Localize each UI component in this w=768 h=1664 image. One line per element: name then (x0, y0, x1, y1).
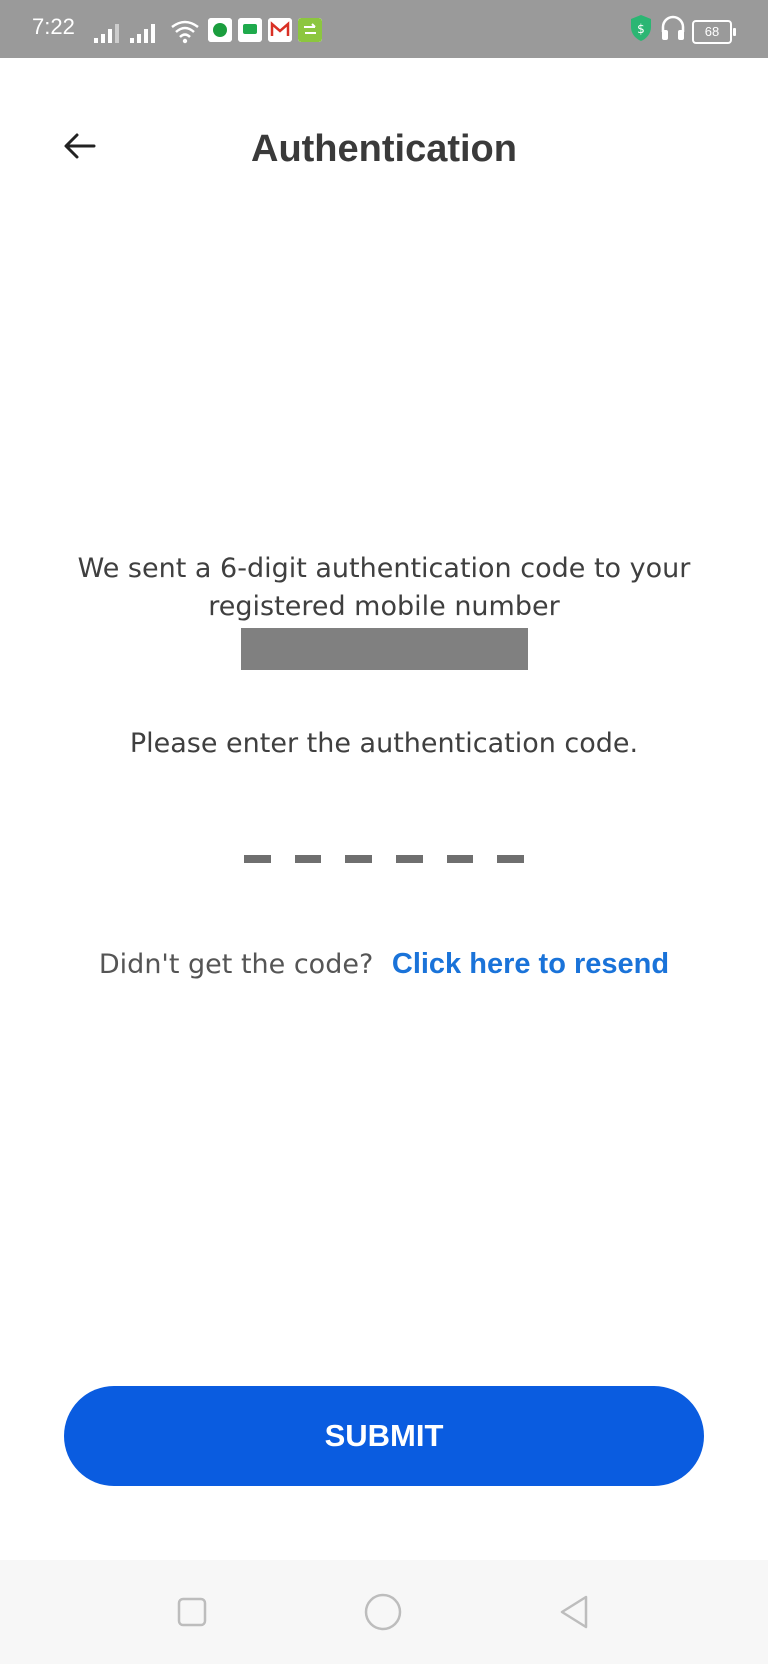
gmail-icon (268, 18, 292, 42)
status-bar: 7:22 $ 68 (0, 0, 768, 58)
sent-code-line-1: We sent a 6-digit authentication code to… (77, 553, 691, 584)
enter-code-prompt: Please enter the authentication code. (129, 728, 639, 759)
otp-digit-slot[interactable] (345, 855, 373, 863)
system-nav-bar (0, 1560, 768, 1664)
resend-row: Didn't get the code? Click here to resen… (0, 948, 768, 981)
page-title: Authentication (251, 128, 517, 170)
otp-digit-slot[interactable] (497, 855, 525, 863)
signal-icon (94, 24, 119, 43)
security-shield-icon: $ (631, 15, 651, 41)
submit-button[interactable]: SUBMIT (64, 1386, 704, 1486)
evernote-icon (208, 18, 232, 42)
resend-link[interactable]: Click here to resend (392, 948, 669, 980)
home-icon[interactable] (363, 1592, 403, 1632)
otp-digit-slot[interactable] (244, 855, 271, 863)
otp-digit-slot[interactable] (446, 855, 474, 863)
otp-digit-slot[interactable] (294, 855, 322, 863)
signal-icon (130, 24, 155, 43)
status-time: 7:22 (32, 14, 75, 39)
otp-digit-slot[interactable] (396, 855, 423, 863)
messages-icon (238, 18, 262, 42)
sent-code-message: We sent a 6-digit authentication code to… (40, 550, 728, 626)
svg-text:$: $ (637, 22, 645, 36)
otp-code-input[interactable] (244, 855, 525, 867)
masked-phone-number (241, 628, 528, 670)
chat-icon (298, 18, 322, 42)
battery-icon: 68 (692, 20, 736, 44)
wifi-icon (171, 20, 199, 44)
sent-code-line-2: registered mobile number (208, 591, 560, 622)
headset-icon (661, 15, 685, 40)
recent-apps-icon[interactable] (172, 1592, 212, 1632)
back-icon[interactable] (554, 1592, 594, 1632)
resend-question: Didn't get the code? (98, 949, 374, 980)
